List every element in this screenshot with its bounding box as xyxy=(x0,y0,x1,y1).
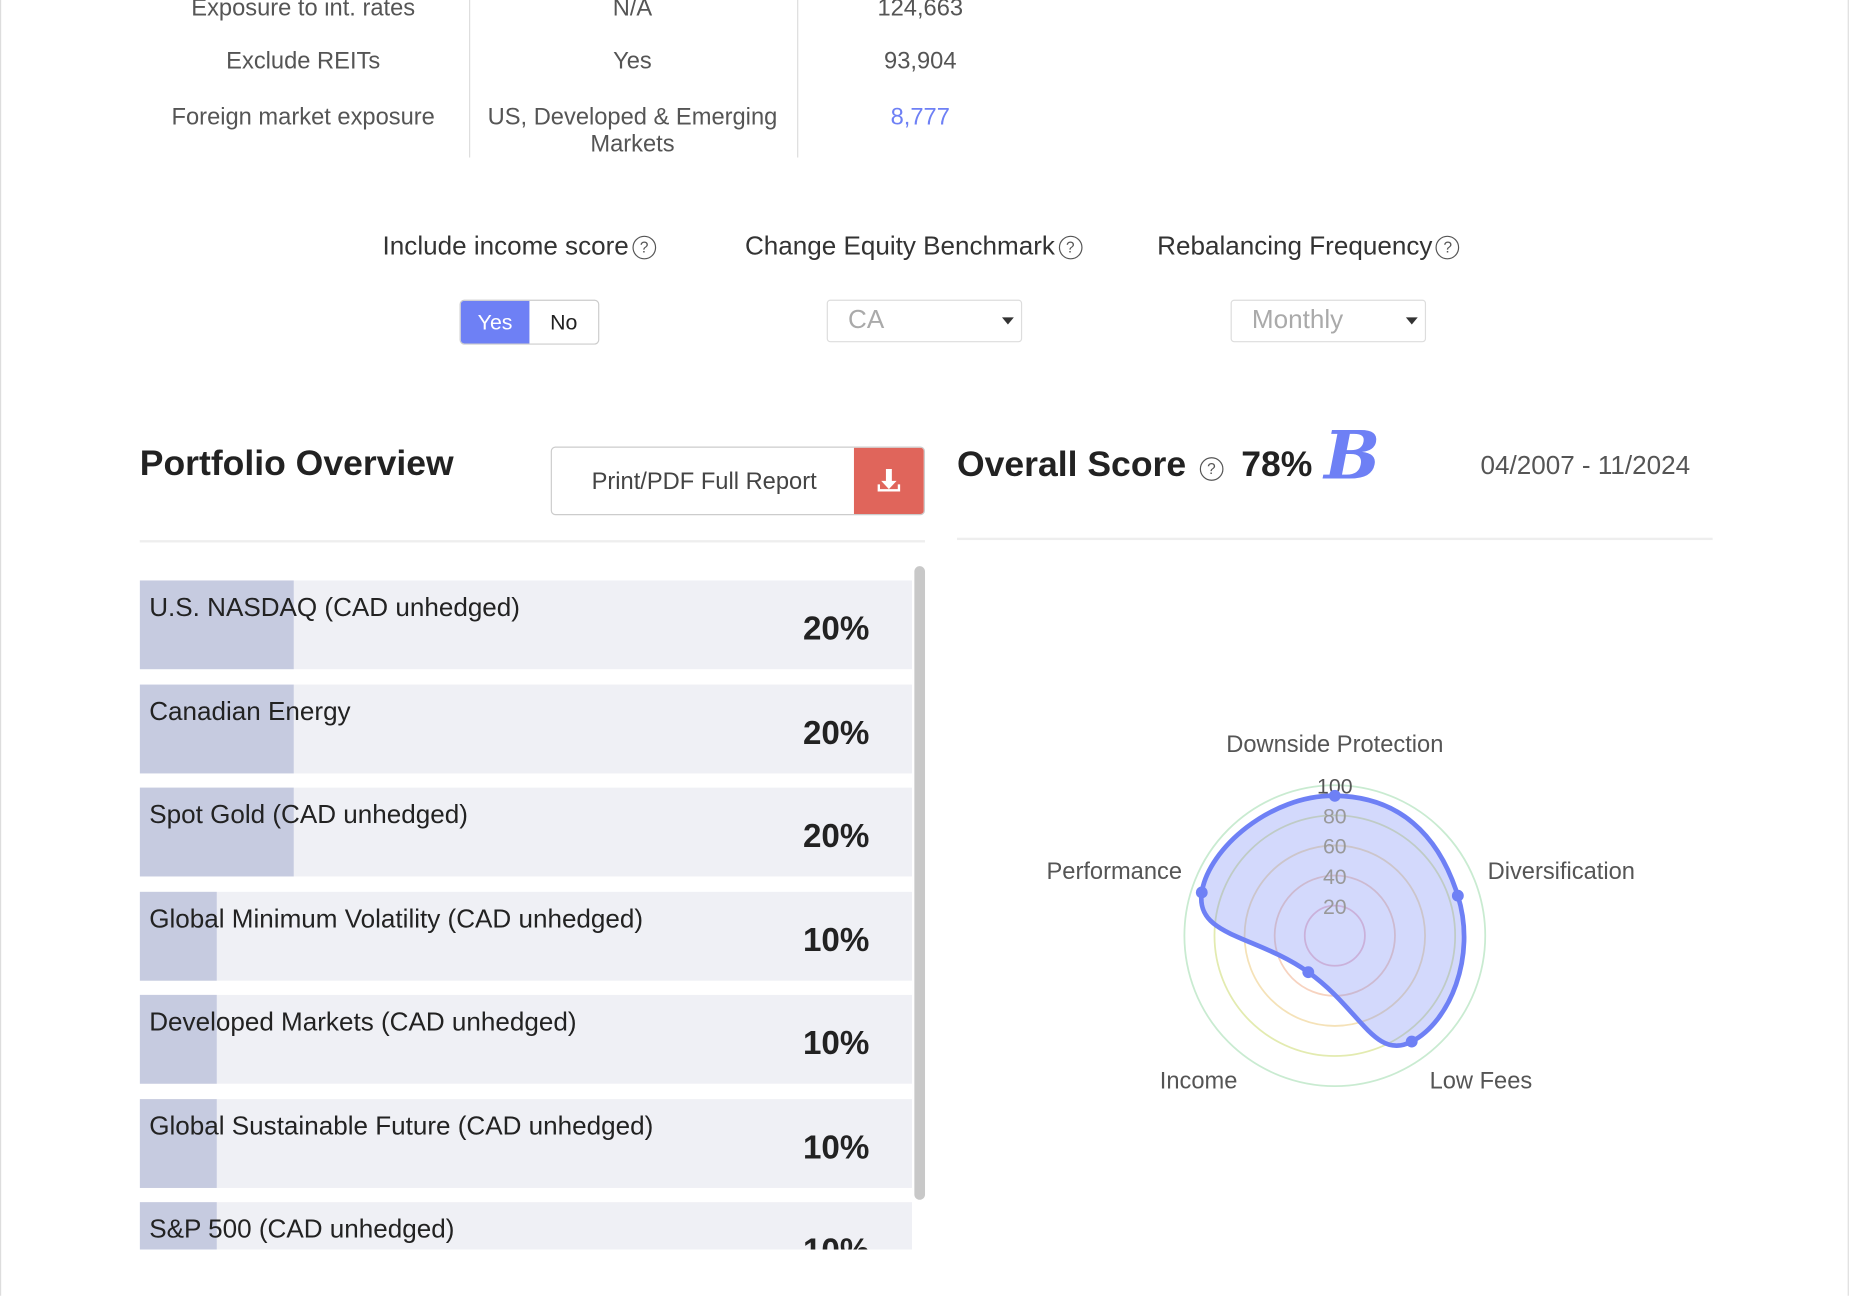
row-setting: US, Developed & Emerging Markets xyxy=(487,104,778,158)
data-point xyxy=(1195,886,1208,899)
rebalancing-select[interactable]: Monthly xyxy=(1230,299,1427,343)
data-point xyxy=(1451,889,1464,902)
holding-row[interactable]: Global Sustainable Future (CAD unhedged)… xyxy=(139,1098,912,1188)
portfolio-overview-title: Portfolio Overview xyxy=(139,444,454,484)
help-icon[interactable]: ? xyxy=(1199,457,1224,481)
help-icon[interactable]: ? xyxy=(632,235,657,260)
divider xyxy=(956,537,1713,541)
holding-percent: 20% xyxy=(802,609,870,647)
income-score-option: Include income score? xyxy=(382,230,657,262)
help-icon[interactable]: ? xyxy=(1435,235,1460,260)
help-icon[interactable]: ? xyxy=(1058,235,1083,260)
holding-percent: 20% xyxy=(802,817,870,854)
holding-name: Canadian Energy xyxy=(149,695,351,726)
income-score-toggle: Yes No xyxy=(459,299,600,345)
download-icon[interactable] xyxy=(853,447,924,515)
rebalancing-label: Rebalancing Frequency xyxy=(1157,230,1433,261)
score-period: 04/2007 - 11/2024 xyxy=(1480,450,1691,480)
holding-row[interactable]: Global Minimum Volatility (CAD unhedged)… xyxy=(139,891,912,981)
caret-down-icon xyxy=(1002,317,1014,325)
yes-button[interactable]: Yes xyxy=(460,300,530,344)
print-pdf-label: Print/PDF Full Report xyxy=(591,469,817,496)
scrollbar[interactable] xyxy=(914,566,926,1200)
row-value: 124,663 xyxy=(877,0,964,22)
holdings-list: U.S. NASDAQ (CAD unhedged) 20% Canadian … xyxy=(139,580,912,1250)
data-point xyxy=(1328,789,1341,802)
axis-label: Diversification xyxy=(1488,859,1635,885)
tick-label: 40 xyxy=(1323,865,1347,889)
holding-percent: 10% xyxy=(802,1128,870,1165)
holding-name: S&P 500 (CAD unhedged) xyxy=(149,1214,455,1244)
row-label: Exposure to int. rates xyxy=(191,0,416,22)
tick-label: 20 xyxy=(1323,895,1347,919)
holding-name: U.S. NASDAQ (CAD unhedged) xyxy=(149,592,520,622)
income-score-label: Include income score xyxy=(382,230,629,261)
holding-row[interactable]: S&P 500 (CAD unhedged) 10% xyxy=(139,1202,912,1250)
benchmark-select[interactable]: CA xyxy=(826,299,1023,343)
series-area xyxy=(1198,793,1467,1049)
caret-down-icon xyxy=(1405,317,1418,325)
benchmark-label: Change Equity Benchmark xyxy=(744,230,1055,261)
axis-label: Income xyxy=(1160,1068,1238,1094)
tick-label: 60 xyxy=(1323,835,1347,859)
data-point xyxy=(1302,966,1315,979)
data-point xyxy=(1405,1035,1418,1048)
axis-label: Downside Protection xyxy=(1226,732,1443,758)
score-percent: 78% xyxy=(1241,445,1313,485)
overall-score-title: Overall Score ? xyxy=(956,445,1224,485)
rebalancing-option: Rebalancing Frequency? xyxy=(1157,230,1460,262)
tick-label: 80 xyxy=(1323,805,1347,829)
score-grade: B xyxy=(1324,416,1381,496)
holding-row[interactable]: U.S. NASDAQ (CAD unhedged) 20% xyxy=(139,580,912,670)
holding-percent: 20% xyxy=(802,713,870,751)
row-label: Foreign market exposure xyxy=(171,104,435,131)
axis-label: Low Fees xyxy=(1430,1068,1533,1094)
overall-score-label: Overall Score xyxy=(956,445,1187,485)
column-divider xyxy=(797,0,799,158)
no-button[interactable]: No xyxy=(529,301,598,344)
holding-name: Spot Gold (CAD unhedged) xyxy=(149,799,468,830)
row-label: Exclude REITs xyxy=(226,48,381,75)
holding-name: Developed Markets (CAD unhedged) xyxy=(149,1006,577,1037)
rebalancing-value: Monthly xyxy=(1251,304,1344,335)
row-setting: Yes xyxy=(613,48,652,75)
holding-row[interactable]: Canadian Energy 20% xyxy=(139,683,912,773)
column-divider xyxy=(469,0,471,158)
holding-row[interactable]: Developed Markets (CAD unhedged) 10% xyxy=(139,994,912,1084)
page-border-right xyxy=(1847,0,1849,1296)
print-pdf-button[interactable]: Print/PDF Full Report xyxy=(550,446,926,516)
holding-percent: 10% xyxy=(802,1024,870,1062)
holding-percent: 10% xyxy=(802,920,870,958)
benchmark-option: Change Equity Benchmark? xyxy=(744,230,1083,262)
row-value: 93,904 xyxy=(884,48,957,75)
page-border-left xyxy=(0,0,2,1296)
row-value-link[interactable]: 8,777 xyxy=(829,104,1011,131)
axis-label: Performance xyxy=(1047,859,1183,885)
holding-name: Global Sustainable Future (CAD unhedged) xyxy=(149,1110,654,1140)
holding-percent: 10% xyxy=(803,1232,869,1250)
holding-row[interactable]: Spot Gold (CAD unhedged) 20% xyxy=(139,787,912,877)
benchmark-value: CA xyxy=(848,304,885,335)
row-setting: N/A xyxy=(612,0,653,22)
holding-name: Global Minimum Volatility (CAD unhedged) xyxy=(149,903,644,933)
radar-chart: 20406080100Downside ProtectionDiversific… xyxy=(1047,732,1635,1094)
divider xyxy=(139,540,926,543)
